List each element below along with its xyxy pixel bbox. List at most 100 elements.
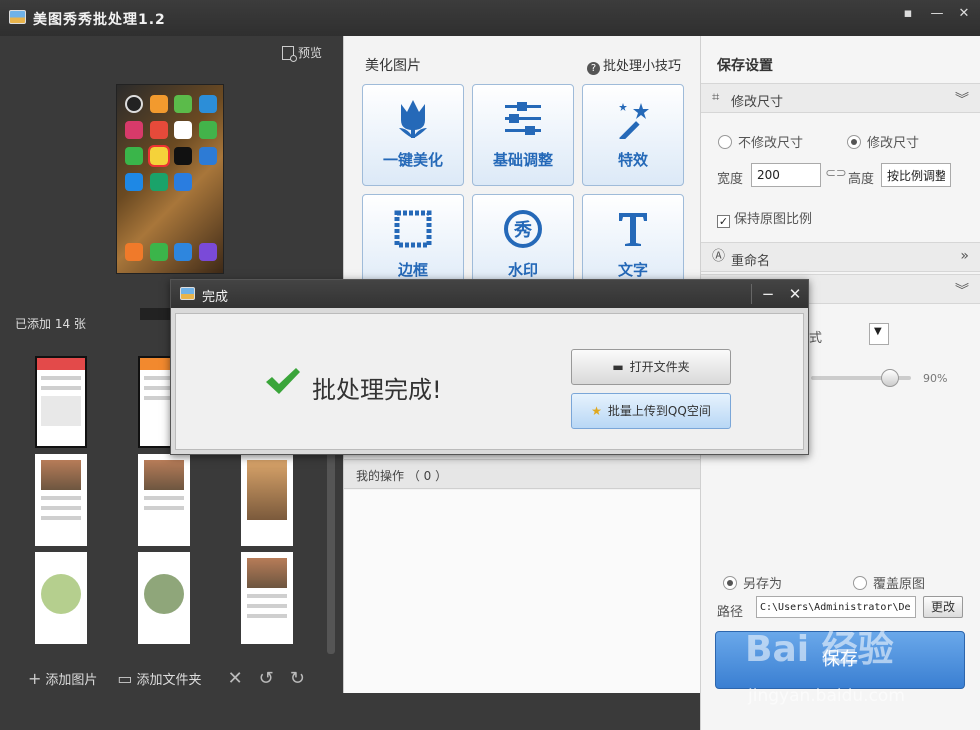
open-folder-label: 打开文件夹: [629, 360, 690, 374]
rename-section-label: 重命名: [731, 254, 771, 269]
baidu-watermark-url: jingyan.baidu.com: [748, 686, 905, 706]
resize-section-header[interactable]: ⌗ 修改尺寸 ︾: [701, 83, 980, 113]
thumbnail[interactable]: [35, 356, 87, 448]
save-as-label: 另存为: [743, 577, 783, 592]
phone-app: [124, 95, 143, 113]
resize-label: 修改尺寸: [867, 136, 920, 151]
phone-app: [199, 147, 218, 165]
format-select-value[interactable]: 式: [809, 327, 822, 346]
tool-label: 一键美化: [382, 151, 443, 169]
height-input[interactable]: [881, 163, 951, 187]
title-bar: 美图秀秀批处理1.2 ▪ — ✕: [0, 0, 980, 36]
open-folder-button[interactable]: ▬ 打开文件夹: [571, 349, 731, 385]
upload-qq-button[interactable]: ★ 批量上传到QQ空间: [571, 393, 731, 429]
thumbnail[interactable]: [241, 454, 293, 546]
tool-effects[interactable]: 特效: [582, 84, 684, 186]
sliders-icon: [473, 97, 573, 141]
phone-app: [174, 173, 193, 191]
checkbox-checked-icon: ✓: [717, 215, 730, 228]
tulip-icon: [363, 97, 463, 141]
phone-app: [199, 243, 218, 261]
my-operations-list: [344, 490, 701, 693]
plus-icon: +: [28, 668, 42, 688]
height-label: 高度: [848, 172, 875, 187]
phone-app: [124, 147, 143, 165]
resize-radio[interactable]: 修改尺寸: [847, 132, 919, 151]
tips-link[interactable]: ? 批处理小技巧: [587, 55, 681, 75]
image-preview: [116, 84, 224, 274]
collapse-handle[interactable]: [140, 308, 170, 320]
phone-app: [199, 95, 218, 113]
left-toolbar: + 添加图片 ▭ 添加文件夹 ✕ ↺ ↻: [0, 658, 343, 698]
tool-label: 水印: [507, 261, 538, 279]
radio-icon: [718, 135, 732, 149]
tool-label: 基础调整: [492, 151, 553, 169]
star-icon: ★: [591, 404, 602, 418]
phone-app: [174, 121, 193, 139]
phone-app: [124, 121, 143, 139]
phone-app: [124, 243, 143, 261]
tool-one-click-beautify[interactable]: 一键美化: [362, 84, 464, 186]
preview-button[interactable]: 预览: [282, 44, 322, 62]
rotate-left-icon[interactable]: ↺: [259, 668, 274, 689]
save-settings-title: 保存设置: [717, 58, 773, 74]
phone-app: [174, 243, 193, 261]
beautify-title: 美化图片: [365, 58, 421, 74]
my-operations-label: 我的操作 （ 0 ）: [356, 469, 448, 483]
change-path-button[interactable]: 更改: [923, 596, 963, 618]
svg-text:秀: 秀: [513, 220, 532, 241]
app-icon: [180, 287, 195, 300]
radio-selected-icon: [723, 576, 737, 590]
overwrite-radio[interactable]: 覆盖原图: [853, 573, 925, 592]
dialog-minimize-button[interactable]: −: [757, 284, 779, 304]
folder-icon: ▬: [612, 360, 624, 374]
app-title: 美图秀秀批处理1.2: [33, 12, 166, 28]
thumbnail[interactable]: [35, 454, 87, 546]
add-image-button[interactable]: + 添加图片: [28, 669, 97, 688]
no-resize-radio[interactable]: 不修改尺寸: [718, 132, 803, 151]
close-button[interactable]: ✕: [953, 4, 975, 24]
thumbnail[interactable]: [138, 454, 190, 546]
rename-section-header[interactable]: Ⓐ 重命名 »: [701, 242, 980, 272]
minimize-button[interactable]: —: [926, 4, 948, 24]
thumbnail-scrollbar[interactable]: [327, 442, 335, 654]
quality-value: 90%: [923, 372, 948, 385]
feedback-icon[interactable]: ▪: [897, 4, 919, 24]
dialog-body: 批处理完成! ▬ 打开文件夹 ★ 批量上传到QQ空间: [175, 313, 804, 450]
no-resize-label: 不修改尺寸: [738, 136, 804, 151]
question-icon: ?: [587, 62, 600, 75]
chevron-down-icon[interactable]: ▼: [869, 323, 889, 345]
width-input[interactable]: [751, 163, 821, 187]
link-icon[interactable]: ⊂⊃: [825, 166, 847, 181]
app-icon: [9, 10, 26, 24]
chevron-down-icon: ︾: [955, 92, 969, 108]
add-folder-button[interactable]: ▭ 添加文件夹: [117, 669, 201, 688]
dialog-title-bar: 完成 − ✕: [171, 280, 808, 308]
crop-icon: ⌗: [712, 90, 720, 105]
phone-app: [199, 121, 218, 139]
completion-dialog: 完成 − ✕ 批处理完成! ▬ 打开文件夹 ★ 批量上传到QQ空间: [170, 279, 809, 455]
tool-basic-adjust[interactable]: 基础调整: [472, 84, 574, 186]
add-folder-label: 添加文件夹: [136, 672, 202, 688]
thumbnail[interactable]: [35, 552, 87, 644]
path-input[interactable]: [756, 596, 916, 618]
add-image-label: 添加图片: [45, 672, 98, 688]
keep-ratio-checkbox[interactable]: ✓ 保持原图比例: [717, 208, 812, 228]
delete-icon[interactable]: ✕: [228, 668, 243, 689]
phone-app: [149, 243, 168, 261]
width-label: 宽度: [717, 172, 744, 187]
resize-section-label: 修改尺寸: [731, 95, 784, 110]
quality-slider-handle[interactable]: [881, 369, 899, 387]
phone-app: [149, 121, 168, 139]
thumbnail[interactable]: [241, 552, 293, 644]
save-as-radio[interactable]: 另存为: [723, 573, 782, 592]
upload-qq-label: 批量上传到QQ空间: [607, 404, 711, 418]
radio-icon: [853, 576, 867, 590]
preview-icon: [282, 46, 297, 62]
rotate-right-icon[interactable]: ↻: [290, 668, 305, 689]
phone-app: [174, 95, 193, 113]
thumbnail[interactable]: [138, 552, 190, 644]
phone-app-grid: [123, 95, 219, 191]
dialog-close-button[interactable]: ✕: [784, 284, 806, 304]
dialog-title: 完成: [202, 290, 229, 305]
